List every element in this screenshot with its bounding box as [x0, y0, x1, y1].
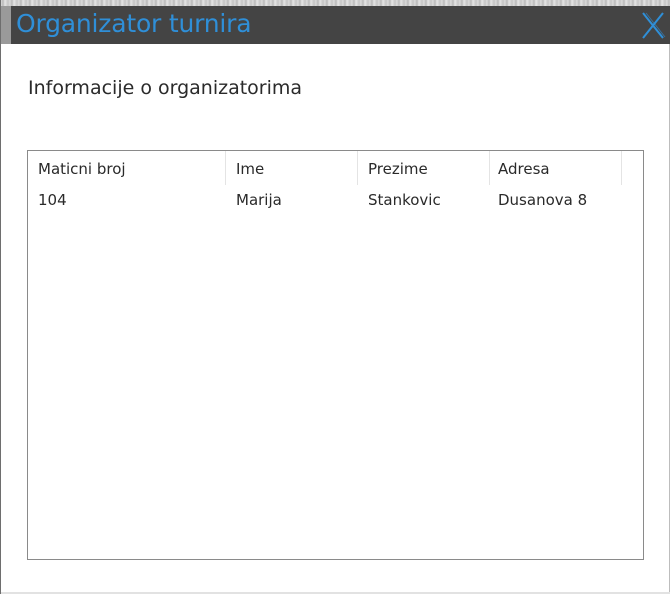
- table-row[interactable]: 104 Marija Stankovic Dusanova 8: [28, 187, 643, 215]
- organizer-window: Organizator turnira Informacije o organi…: [0, 0, 670, 594]
- title-bar[interactable]: Organizator turnira: [11, 6, 670, 44]
- section-heading: Informacije o organizatorima: [28, 77, 303, 99]
- column-header-adresa[interactable]: Adresa: [490, 151, 622, 185]
- table-header-row: Maticni broj Ime Prezime Adresa: [28, 151, 643, 185]
- organizers-table[interactable]: Maticni broj Ime Prezime Adresa 104 Mari…: [27, 150, 644, 560]
- close-x-icon: [639, 9, 667, 41]
- cell-ime: Marija: [236, 191, 282, 209]
- window-left-edge: [1, 6, 11, 44]
- column-header-ime[interactable]: Ime: [226, 151, 358, 185]
- close-button[interactable]: [639, 9, 667, 41]
- cell-maticni-broj: 104: [38, 191, 67, 209]
- column-header-prezime[interactable]: Prezime: [358, 151, 490, 185]
- cell-prezime: Stankovic: [368, 191, 441, 209]
- window-title: Organizator turnira: [16, 9, 252, 38]
- cell-adresa: Dusanova 8: [498, 191, 588, 209]
- column-header-maticni-broj[interactable]: Maticni broj: [28, 151, 226, 185]
